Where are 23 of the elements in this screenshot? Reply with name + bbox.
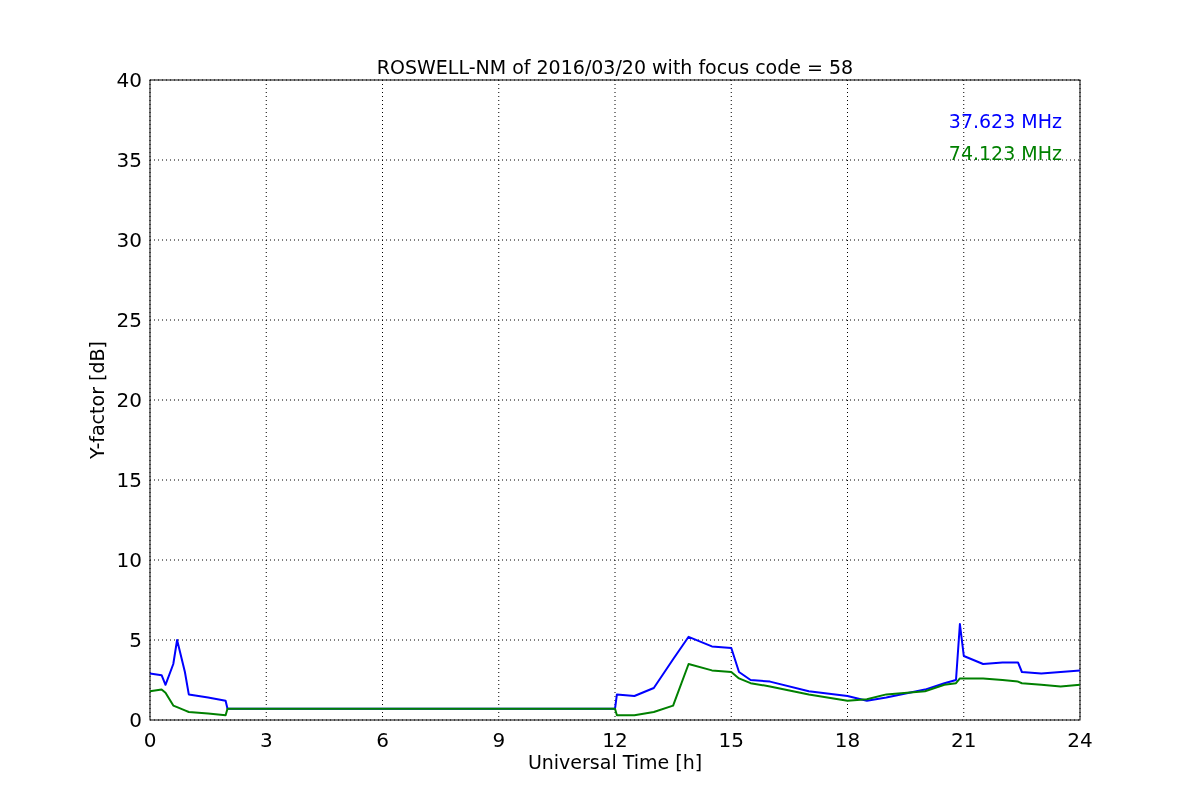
y-tick-label: 5 — [129, 628, 142, 652]
y-tick-label: 10 — [116, 548, 142, 572]
legend-label: 74.123 MHz — [948, 142, 1062, 164]
x-tick-label: 24 — [1067, 728, 1093, 752]
x-tick-label: 21 — [951, 728, 977, 752]
x-tick-label: 6 — [376, 728, 389, 752]
x-tick-label: 0 — [143, 728, 157, 752]
chart-title: ROSWELL-NM of 2016/03/20 with focus code = 58 — [376, 56, 854, 78]
x-tick-label: 18 — [834, 728, 861, 752]
x-tick-label: 9 — [492, 728, 506, 752]
y-tick-label: 20 — [116, 388, 142, 412]
x-tick-label: 3 — [259, 728, 273, 752]
y-axis-label: Y-factor [dB] — [86, 341, 108, 459]
y-tick-label: 0 — [129, 708, 142, 732]
y-tick-label: 40 — [116, 68, 142, 92]
x-tick-label: 12 — [602, 728, 628, 752]
y-tick-label: 35 — [116, 148, 142, 172]
y-tick-label: 15 — [116, 468, 142, 492]
y-tick-label: 30 — [116, 228, 142, 252]
legend-label: 37.623 MHz — [948, 110, 1062, 132]
y-tick-label: 25 — [116, 308, 142, 332]
x-axis-label: Universal Time [h] — [527, 751, 703, 773]
x-tick-label: 15 — [718, 728, 744, 752]
